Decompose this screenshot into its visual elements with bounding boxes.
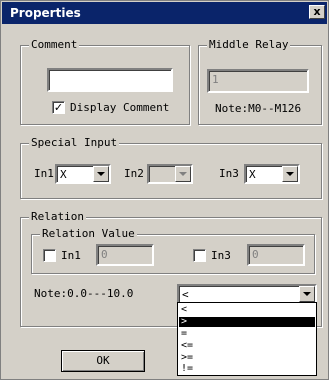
relation-in1-checkbox[interactable]: [43, 249, 56, 262]
middle-relay-input[interactable]: 1: [207, 69, 309, 93]
display-comment-checkbox[interactable]: ✓: [52, 101, 65, 114]
middle-relay-group-label: Middle Relay: [207, 38, 291, 52]
operator-option[interactable]: >=: [179, 353, 315, 363]
dialog-title: Properties: [10, 6, 81, 20]
operator-option[interactable]: <: [179, 305, 315, 315]
relation-value-group-label: Relation Value: [40, 227, 137, 241]
close-button[interactable]: x: [309, 5, 325, 19]
operator-option[interactable]: !=: [179, 364, 315, 374]
special-in1-select[interactable]: X: [55, 164, 111, 184]
ok-button[interactable]: OK: [61, 350, 145, 372]
special-input-group-label: Special Input: [29, 136, 120, 150]
special-in3-select[interactable]: X: [244, 164, 300, 184]
operator-option[interactable]: =: [179, 329, 315, 339]
special-in1-label: In1: [34, 167, 54, 180]
checkmark-icon: ✓: [53, 101, 64, 114]
operator-option[interactable]: <=: [179, 341, 315, 351]
chevron-down-icon[interactable]: [93, 166, 109, 182]
relation-operator-select[interactable]: <: [177, 284, 317, 304]
middle-relay-note: Note:M0--M126: [215, 102, 302, 115]
relation-note: Note:0.0---10.0: [34, 287, 134, 300]
special-in2-select[interactable]: [147, 164, 193, 184]
chevron-down-icon[interactable]: [299, 286, 315, 302]
display-comment-label: Display Comment: [70, 101, 170, 114]
relation-in1-label: In1: [61, 249, 81, 262]
special-in3-label: In3: [219, 167, 239, 180]
operator-dropdown-list[interactable]: < > = <= >= !=: [177, 302, 317, 376]
relation-in1-input[interactable]: 0: [96, 244, 154, 266]
special-in2-label: In2: [124, 167, 144, 180]
chevron-down-icon[interactable]: [282, 166, 298, 182]
chevron-down-icon[interactable]: [175, 166, 191, 182]
properties-dialog: Properties x Comment ✓ Display Comment M…: [0, 0, 329, 380]
relation-in3-input[interactable]: 0: [247, 244, 305, 266]
relation-group-label: Relation: [29, 210, 86, 224]
operator-option-highlighted[interactable]: >: [179, 317, 315, 327]
relation-in3-checkbox[interactable]: [193, 249, 206, 262]
title-bar: Properties x: [2, 2, 327, 24]
comment-group-label: Comment: [29, 38, 80, 52]
comment-input[interactable]: [47, 68, 173, 92]
relation-in3-label: In3: [211, 249, 231, 262]
